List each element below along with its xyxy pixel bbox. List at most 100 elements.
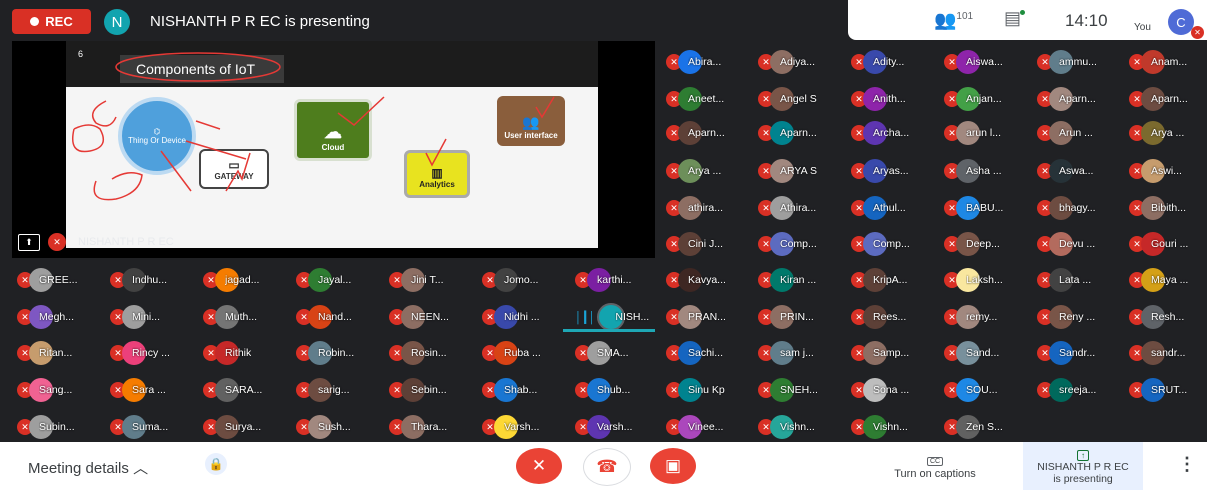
participant-tile[interactable]: ✕ Arya ... xyxy=(666,159,751,183)
participant-tile[interactable]: ✕ ammu... xyxy=(1037,50,1122,74)
participant-tile[interactable]: ✕ Rosin... xyxy=(389,341,474,365)
participant-tile[interactable]: ✕ Cini J... xyxy=(666,232,751,256)
participant-tile[interactable]: ✕ Subin... xyxy=(17,415,102,439)
participant-tile[interactable]: ✕ Arun ... xyxy=(1037,121,1122,145)
people-button[interactable]: 👥101 xyxy=(934,10,973,31)
participant-tile[interactable]: ✕ Sona ... xyxy=(851,378,936,402)
participant-tile[interactable]: ✕ NEEN... xyxy=(389,305,474,329)
participant-tile[interactable]: ✕ Archa... xyxy=(851,121,936,145)
participant-tile[interactable]: ✕ Rithik xyxy=(203,341,288,365)
participant-tile[interactable]: ✕ Asha ... xyxy=(944,159,1029,183)
participant-tile[interactable]: ✕ Megh... xyxy=(17,305,102,329)
participant-tile[interactable]: ✕ Shub... xyxy=(575,378,660,402)
participant-tile[interactable]: ✕ Angel S xyxy=(758,87,843,111)
participant-tile[interactable]: ✕ Varsh... xyxy=(482,415,567,439)
lock-shield-icon[interactable]: 🔒 xyxy=(205,453,227,475)
participant-tile[interactable]: ✕ Sebin... xyxy=(389,378,474,402)
participant-tile[interactable]: ✕ Anith... xyxy=(851,87,936,111)
participant-tile[interactable]: ✕ Indhu... xyxy=(110,268,195,292)
participant-tile[interactable]: ✕ Nand... xyxy=(296,305,381,329)
participant-tile[interactable]: ✕ Jini T... xyxy=(389,268,474,292)
participant-tile[interactable]: ✕ Maya ... xyxy=(1129,268,1207,292)
participant-tile[interactable]: ✕ Suma... xyxy=(110,415,195,439)
participant-tile[interactable]: ✕ GREE... xyxy=(17,268,102,292)
pin-screen-icon[interactable]: ⬆ xyxy=(18,234,40,251)
participant-tile[interactable]: ✕ Vishn... xyxy=(758,415,843,439)
participant-tile[interactable]: ✕ PRIN... xyxy=(758,305,843,329)
participant-tile[interactable]: ✕ Rees... xyxy=(851,305,936,329)
participant-tile[interactable]: ✕ SMA... xyxy=(575,341,660,365)
participant-tile[interactable]: ✕ Anjan... xyxy=(944,87,1029,111)
participant-tile[interactable]: ✕ Aneet... xyxy=(666,87,751,111)
participant-tile[interactable]: ✕ Comp... xyxy=(851,232,936,256)
presenting-status[interactable]: ↑ NISHANTH P R EC is presenting xyxy=(1023,442,1143,490)
participant-tile[interactable]: ✕ Arya ... xyxy=(1129,121,1207,145)
participant-tile[interactable]: ✕ Aiswa... xyxy=(944,50,1029,74)
participant-tile[interactable]: ✕ athira... xyxy=(666,196,751,220)
participant-tile[interactable]: ✕ Athul... xyxy=(851,196,936,220)
participant-tile[interactable]: ✕ remy... xyxy=(944,305,1029,329)
participant-tile[interactable]: ✕ ARYA S xyxy=(758,159,843,183)
participant-tile[interactable]: ✕ Aparn... xyxy=(1129,87,1207,111)
participant-tile[interactable]: ✕ Rincy ... xyxy=(110,341,195,365)
participant-tile[interactable]: ✕ Sand... xyxy=(944,341,1029,365)
participant-tile[interactable]: ✕ Sandr... xyxy=(1037,341,1122,365)
participant-tile[interactable]: ✕ Aswi... xyxy=(1129,159,1207,183)
participant-tile[interactable]: ✕ Devu ... xyxy=(1037,232,1122,256)
participant-tile[interactable]: ✕ SNEH... xyxy=(758,378,843,402)
participant-tile[interactable]: ✕ Vishn... xyxy=(851,415,936,439)
meeting-details-button[interactable]: Meeting details ︿ xyxy=(28,457,148,478)
participant-tile[interactable]: ✕ Aparn... xyxy=(666,121,751,145)
mic-toggle-button[interactable]: ✕ xyxy=(516,448,562,484)
participant-tile[interactable]: │┃│ NISH... xyxy=(575,303,660,331)
captions-button[interactable]: CC Turn on captions xyxy=(885,454,985,480)
participant-tile[interactable]: ✕ Sachi... xyxy=(666,341,751,365)
participant-tile[interactable]: ✕ Aparn... xyxy=(1037,87,1122,111)
participant-tile[interactable]: ✕ Kavya... xyxy=(666,268,751,292)
participant-tile[interactable]: ✕ Sinu Kp xyxy=(666,378,751,402)
participant-tile[interactable]: ✕ Ritan... xyxy=(17,341,102,365)
participant-tile[interactable]: ✕ KripA... xyxy=(851,268,936,292)
participant-tile[interactable]: ✕ Aparn... xyxy=(758,121,843,145)
participant-tile[interactable]: ✕ Ruba ... xyxy=(482,341,567,365)
participant-tile[interactable]: ✕ Aswa... xyxy=(1037,159,1122,183)
participant-tile[interactable]: ✕ Reny ... xyxy=(1037,305,1122,329)
participant-tile[interactable]: ✕ Laksh... xyxy=(944,268,1029,292)
participant-tile[interactable]: ✕ BABU... xyxy=(944,196,1029,220)
participant-tile[interactable]: ✕ PRAN... xyxy=(666,305,751,329)
participant-tile[interactable]: ✕ Nidhi ... xyxy=(482,305,567,329)
participant-tile[interactable]: ✕ Varsh... xyxy=(575,415,660,439)
participant-tile[interactable]: ✕ Sush... xyxy=(296,415,381,439)
participant-tile[interactable]: ✕ Sang... xyxy=(17,378,102,402)
participant-tile[interactable]: ✕ Deep... xyxy=(944,232,1029,256)
participant-tile[interactable]: ✕ Jomo... xyxy=(482,268,567,292)
participant-tile[interactable]: ✕ Kiran ... xyxy=(758,268,843,292)
participant-tile[interactable]: ✕ Thara... xyxy=(389,415,474,439)
participant-tile[interactable]: ✕ Muth... xyxy=(203,305,288,329)
participant-tile[interactable]: ✕ sarig... xyxy=(296,378,381,402)
participant-tile[interactable]: ✕ SOU... xyxy=(944,378,1029,402)
participant-tile[interactable]: ✕ sandr... xyxy=(1129,341,1207,365)
presentation-tile[interactable]: 6 Components of IoT ⌬ Thing Or Device ☁ Cl… xyxy=(12,41,655,258)
participant-tile[interactable]: ✕ sam j... xyxy=(758,341,843,365)
participant-tile[interactable]: ✕ SARA... xyxy=(203,378,288,402)
participant-tile[interactable]: ✕ bhagy... xyxy=(1037,196,1122,220)
leave-call-button[interactable]: ☎ xyxy=(583,448,631,486)
participant-tile[interactable]: ✕ Adity... xyxy=(851,50,936,74)
participant-tile[interactable]: ✕ Comp... xyxy=(758,232,843,256)
participant-tile[interactable]: ✕ karthi... xyxy=(575,268,660,292)
participant-tile[interactable]: ✕ Athira... xyxy=(758,196,843,220)
participant-tile[interactable]: ✕ Sara ... xyxy=(110,378,195,402)
participant-tile[interactable]: ✕ arun l... xyxy=(944,121,1029,145)
camera-toggle-button[interactable]: ▣ xyxy=(650,448,696,484)
participant-tile[interactable]: ✕ Mini... xyxy=(110,305,195,329)
participant-tile[interactable]: ✕ Zen S... xyxy=(944,415,1029,439)
participant-tile[interactable]: ✕ Abira... xyxy=(666,50,751,74)
participant-tile[interactable]: ✕ SRUT... xyxy=(1129,378,1207,402)
participant-tile[interactable]: ✕ Jayal... xyxy=(296,268,381,292)
participant-tile[interactable]: ✕ Robin... xyxy=(296,341,381,365)
participant-tile[interactable]: ✕ Aryas... xyxy=(851,159,936,183)
participant-tile[interactable]: ✕ Adiya... xyxy=(758,50,843,74)
participant-tile[interactable]: ✕ Vinee... xyxy=(666,415,751,439)
participant-tile[interactable]: ✕ sreeja... xyxy=(1037,378,1122,402)
